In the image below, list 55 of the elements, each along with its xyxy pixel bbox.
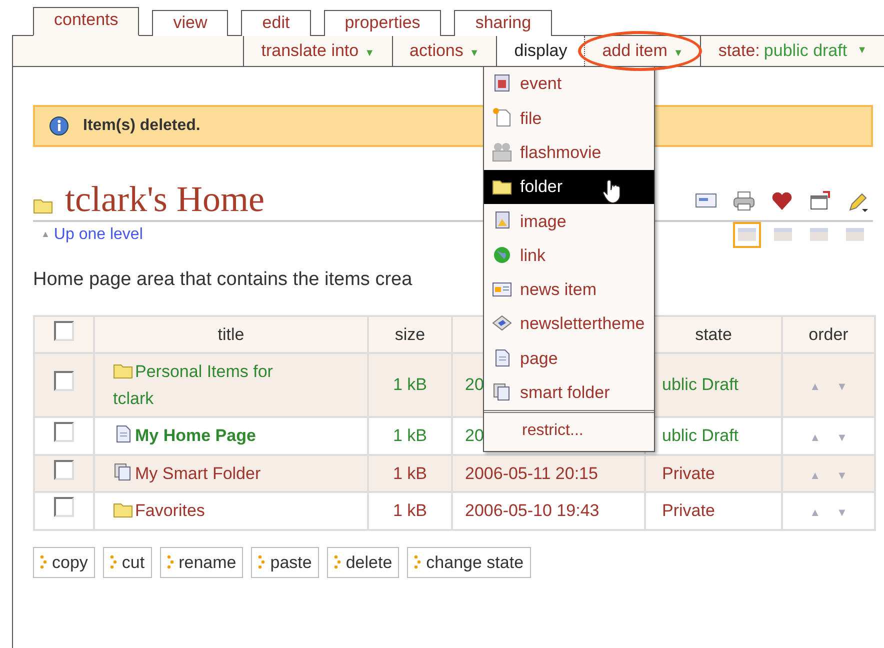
table-cell: Private: [662, 501, 715, 520]
table-cell: 20: [465, 426, 484, 445]
column-header: title: [218, 324, 244, 344]
info-icon: [49, 116, 69, 136]
up-link[interactable]: Up one level: [54, 223, 143, 247]
menu-item[interactable]: file: [484, 101, 654, 136]
table-cell: 1 kB: [392, 375, 428, 394]
action-button[interactable]: rename: [160, 546, 244, 578]
table-cell: 20: [465, 375, 484, 394]
action-button[interactable]: cut: [102, 546, 152, 578]
row-checkbox[interactable]: [54, 460, 74, 480]
page-title: tclark's Home: [65, 181, 264, 217]
menu-item[interactable]: flashmovie: [484, 136, 654, 170]
menu-button[interactable]: display: [496, 36, 584, 66]
action-button[interactable]: change state: [407, 546, 531, 578]
film-icon: [492, 142, 514, 164]
menu-item[interactable]: folder: [484, 170, 654, 204]
menu-item[interactable]: newslettertheme: [484, 307, 654, 342]
table-cell: 2006-05-11 20:15: [465, 464, 598, 482]
row-checkbox[interactable]: [54, 422, 74, 442]
menu-item[interactable]: restrict...: [484, 410, 654, 451]
up-arrow-icon: ▲: [41, 228, 50, 242]
menu-item[interactable]: smart folder: [484, 376, 654, 410]
select-all-checkbox[interactable]: [54, 320, 74, 340]
menu-item[interactable]: news item: [484, 272, 654, 308]
stacked-pages-icon: [113, 462, 133, 482]
table-cell: Private: [662, 464, 715, 482]
action-button[interactable]: paste: [251, 546, 319, 578]
column-header: size: [394, 324, 426, 344]
pencil-icon[interactable]: [847, 191, 869, 213]
print-icon[interactable]: [733, 191, 755, 213]
table-cell: 1 kB: [392, 464, 428, 482]
row-checkbox[interactable]: [54, 497, 74, 517]
menu-item[interactable]: page: [484, 341, 654, 376]
menu-item[interactable]: link: [484, 238, 654, 273]
tab[interactable]: sharing: [454, 10, 552, 36]
tab[interactable]: view: [152, 10, 228, 36]
table-cell: ublic Draft: [662, 375, 739, 394]
table-cell: 2006-05-10 19:43: [465, 501, 600, 520]
action-button[interactable]: delete: [326, 546, 400, 578]
column-header: order: [808, 324, 848, 344]
table-cell: 1 kB: [392, 426, 428, 445]
table-cell: 1 kB: [392, 501, 428, 520]
column-header: state: [695, 324, 732, 344]
menu-button[interactable]: add item ▼: [584, 36, 700, 66]
menu-item[interactable]: image: [484, 204, 654, 238]
tab[interactable]: contents: [33, 7, 140, 36]
tab[interactable]: properties: [324, 10, 442, 36]
table-cell: ublic Draft: [662, 426, 739, 445]
tab[interactable]: edit: [241, 10, 311, 36]
row-checkbox[interactable]: [54, 371, 74, 392]
action-button[interactable]: copy: [33, 546, 95, 578]
description: Home page area that contains the items crea: [33, 268, 412, 292]
menu-item[interactable]: event: [484, 67, 654, 102]
message-text: Item(s) deleted.: [83, 116, 200, 136]
